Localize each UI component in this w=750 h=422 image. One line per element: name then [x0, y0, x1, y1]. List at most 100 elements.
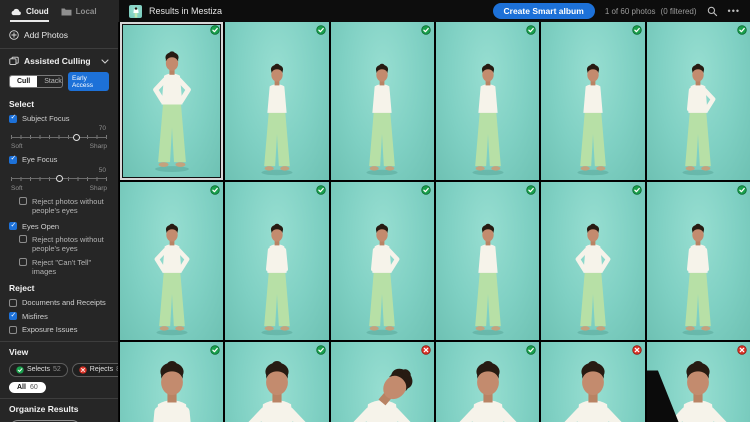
soft-label: Soft	[11, 143, 23, 151]
culling-badge[interactable]	[737, 25, 747, 35]
eyes-open-row: Eyes Open	[0, 217, 118, 232]
photo-cell[interactable]	[225, 182, 329, 340]
slider-minmax-labels: Soft Sharp	[11, 183, 107, 192]
eye-focus-checkbox[interactable]	[9, 155, 17, 164]
photo-cell[interactable]	[225, 342, 329, 422]
culling-badge[interactable]	[421, 185, 431, 195]
documents-receipts-checkbox[interactable]	[9, 298, 17, 307]
all-label: All	[17, 383, 26, 391]
tab-cloud-label: Cloud	[26, 7, 49, 16]
model-figure	[261, 223, 293, 336]
eye-focus-slider-thumb[interactable]	[55, 175, 63, 183]
culling-badge[interactable]	[526, 345, 537, 355]
photo-cell[interactable]	[646, 342, 750, 422]
select-badge-icon	[631, 185, 642, 195]
photo-grid	[120, 22, 750, 422]
culling-badge[interactable]	[526, 25, 537, 35]
more-options-icon[interactable]: •••	[728, 6, 740, 16]
photo-cell[interactable]	[120, 22, 224, 180]
search-icon[interactable]	[707, 6, 718, 17]
subject-focus-slider[interactable]	[11, 133, 107, 141]
selects-filter-button[interactable]: Selects 52	[9, 362, 68, 377]
all-filter-button[interactable]: All 60	[9, 381, 46, 393]
photo-cell[interactable]	[330, 22, 434, 180]
exposure-issues-label: Exposure Issues	[22, 325, 78, 335]
photo-cell[interactable]	[330, 342, 434, 422]
subject-focus-label: Subject Focus	[22, 114, 70, 123]
culling-badge[interactable]	[315, 185, 326, 195]
page-title: Results in Mestiza	[149, 6, 223, 16]
eyes-open-checkbox[interactable]	[9, 222, 17, 230]
culling-badge[interactable]	[737, 185, 747, 195]
culling-badge[interactable]	[315, 345, 326, 355]
photo	[225, 22, 329, 180]
culling-badge[interactable]	[737, 345, 747, 355]
culling-badge[interactable]	[421, 345, 431, 355]
reject-without-eyes-open-checkbox[interactable]	[19, 235, 27, 244]
photo-cell[interactable]	[646, 182, 750, 340]
photo-cell[interactable]	[541, 342, 645, 422]
rejects-label: Rejects	[89, 366, 114, 373]
model-figure	[154, 223, 190, 336]
culling-badge[interactable]	[631, 185, 642, 195]
culling-badge[interactable]	[631, 345, 642, 355]
model-figure	[366, 223, 400, 336]
culling-badge[interactable]	[210, 25, 221, 35]
reject-without-eyes-focus-label: Reject photos without people's eyes	[32, 196, 104, 216]
rejects-filter-button[interactable]: Rejects 8	[71, 362, 118, 377]
early-access-badge[interactable]: Early Access	[68, 72, 109, 91]
subject-focus-slider-thumb[interactable]	[72, 133, 80, 141]
eye-focus-slider[interactable]	[11, 175, 107, 183]
chevron-down-icon[interactable]	[101, 58, 109, 64]
photo-cell[interactable]	[646, 22, 750, 180]
reject-without-eyes-open-row: Reject photos without people's eyes	[0, 232, 118, 255]
sidebar: Add Photos Assisted Culling Cull Stack E…	[0, 22, 119, 422]
create-smart-album-button[interactable]: Create Smart album	[492, 3, 595, 19]
photo-cell[interactable]	[436, 22, 540, 180]
tab-cloud[interactable]: Cloud	[10, 3, 49, 22]
culling-badge[interactable]	[631, 25, 642, 35]
culling-badge[interactable]	[421, 25, 431, 35]
reject-badge-icon	[631, 345, 642, 355]
photo	[120, 342, 224, 422]
select-badge-icon	[210, 25, 221, 35]
photo-cell[interactable]	[225, 22, 329, 180]
reject-without-eyes-focus-checkbox[interactable]	[19, 197, 27, 206]
mode-stack-button[interactable]: Stack	[37, 76, 62, 87]
eye-focus-value: 50	[98, 166, 106, 174]
eyes-open-label: Eyes Open	[22, 221, 60, 231]
photo-cell[interactable]	[436, 182, 540, 340]
add-photos-label: Add Photos	[24, 30, 68, 40]
culling-badge[interactable]	[315, 25, 326, 35]
photo-cell[interactable]	[330, 182, 434, 340]
divider	[0, 48, 118, 49]
photo	[123, 25, 221, 177]
add-photos-button[interactable]: Add Photos	[0, 22, 118, 43]
select-badge-icon	[526, 185, 537, 195]
album-thumbnail[interactable]	[129, 4, 142, 18]
exposure-issues-checkbox[interactable]	[9, 325, 17, 334]
photo	[436, 342, 540, 422]
photo-cell[interactable]	[541, 22, 645, 180]
photo-cell[interactable]	[120, 182, 224, 340]
culling-badge[interactable]	[526, 185, 537, 195]
photo-cell[interactable]	[436, 342, 540, 422]
select-badge-icon	[737, 25, 747, 35]
tab-local[interactable]: Local	[61, 3, 97, 22]
culling-badge[interactable]	[210, 345, 221, 355]
reject-cant-tell-checkbox[interactable]	[19, 258, 27, 267]
slider-track	[11, 136, 107, 138]
organize-results-heading: Organize Results	[9, 403, 79, 414]
subject-focus-checkbox[interactable]	[9, 114, 17, 123]
mode-cull-button[interactable]: Cull	[10, 76, 38, 87]
reject-badge-icon	[421, 345, 431, 355]
misfires-checkbox[interactable]	[9, 312, 17, 321]
select-badge-icon	[210, 185, 221, 195]
album-header: Results in Mestiza Create Smart album 1 …	[119, 0, 750, 22]
photo-cell[interactable]	[541, 182, 645, 340]
culling-badge[interactable]	[210, 185, 221, 195]
model-figure	[575, 223, 611, 336]
assisted-culling-header[interactable]: Assisted Culling	[0, 54, 118, 68]
photo	[541, 182, 645, 340]
photo-cell[interactable]	[120, 342, 224, 422]
